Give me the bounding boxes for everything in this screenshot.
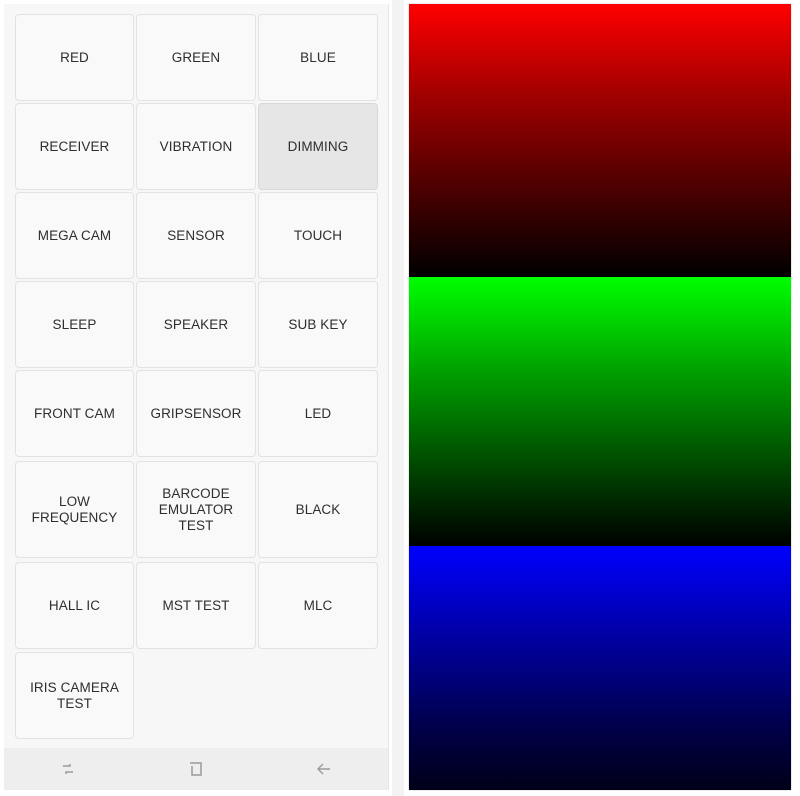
gripsensor-test-button[interactable]: GRIPSENSOR xyxy=(136,370,256,457)
barcode-emulator-test-button[interactable]: BARCODE EMULATOR TEST xyxy=(136,461,256,558)
red-gradient-band xyxy=(409,4,791,277)
sleep-test-button[interactable]: SLEEP xyxy=(15,281,134,368)
green-gradient-band xyxy=(409,277,791,546)
home-icon[interactable] xyxy=(176,754,216,784)
dimming-test-display xyxy=(409,4,791,790)
hall-ic-test-button[interactable]: HALL IC xyxy=(15,562,134,649)
screen-divider xyxy=(392,0,404,796)
mega-cam-test-button[interactable]: MEGA CAM xyxy=(15,192,134,279)
touch-test-button[interactable]: TOUCH xyxy=(258,192,378,279)
receiver-test-button[interactable]: RECEIVER xyxy=(15,103,134,190)
recent-apps-icon[interactable] xyxy=(48,754,88,784)
back-icon[interactable] xyxy=(304,754,344,784)
blue-test-button[interactable]: BLUE xyxy=(258,14,378,101)
sub-key-test-button[interactable]: SUB KEY xyxy=(258,281,378,368)
vibration-test-button[interactable]: VIBRATION xyxy=(136,103,256,190)
navigation-bar xyxy=(4,748,388,790)
front-cam-test-button[interactable]: FRONT CAM xyxy=(15,370,134,457)
blue-gradient-band xyxy=(409,546,791,790)
mst-test-button[interactable]: MST TEST xyxy=(136,562,256,649)
led-test-button[interactable]: LED xyxy=(258,370,378,457)
speaker-test-button[interactable]: SPEAKER xyxy=(136,281,256,368)
test-menu-screen: RED GREEN BLUE RECEIVER VIBRATION DIMMIN… xyxy=(4,4,389,790)
green-test-button[interactable]: GREEN xyxy=(136,14,256,101)
black-test-button[interactable]: BLACK xyxy=(258,461,378,558)
iris-camera-test-button[interactable]: IRIS CAMERA TEST xyxy=(15,652,134,739)
dimming-test-button[interactable]: DIMMING xyxy=(258,103,378,190)
sensor-test-button[interactable]: SENSOR xyxy=(136,192,256,279)
low-frequency-test-button[interactable]: LOW FREQUENCY xyxy=(15,461,134,558)
red-test-button[interactable]: RED xyxy=(15,14,134,101)
mlc-test-button[interactable]: MLC xyxy=(258,562,378,649)
